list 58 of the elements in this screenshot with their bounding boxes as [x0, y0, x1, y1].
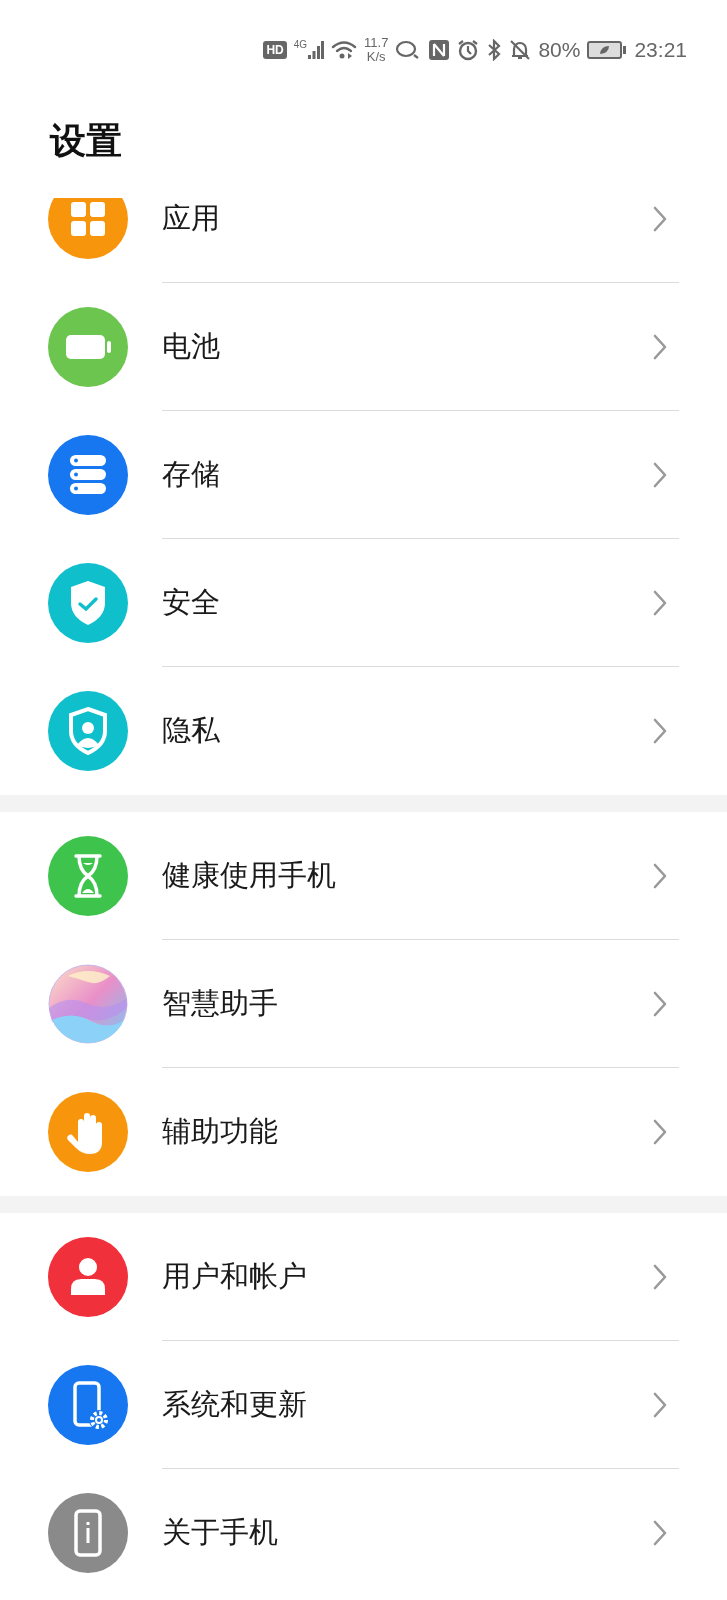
signal-icon — [308, 41, 325, 59]
settings-item[interactable]: 系统和更新 — [0, 1341, 727, 1469]
shield-person-icon — [48, 691, 128, 771]
phone-info-icon — [48, 1493, 128, 1573]
settings-item[interactable]: 辅助功能 — [0, 1068, 727, 1196]
item-label: 应用 — [162, 199, 220, 237]
hourglass-icon — [48, 836, 128, 916]
wifi-icon — [331, 40, 358, 60]
settings-item[interactable]: 电池 — [0, 283, 727, 411]
settings-item[interactable]: 智慧助手 — [0, 940, 727, 1068]
network-label: 4G — [293, 38, 308, 50]
page-title: 设置 — [50, 119, 123, 163]
settings-item[interactable]: 关于手机 — [0, 1469, 727, 1597]
speed-unit: K/s — [366, 50, 386, 64]
chevron-icon — [653, 862, 667, 889]
person-icon — [48, 1237, 128, 1317]
chevron-icon — [653, 1263, 667, 1290]
phone-gear-icon — [48, 1365, 128, 1445]
settings-item[interactable]: 隐私 — [0, 667, 727, 795]
item-label: 健康使用手机 — [162, 856, 336, 894]
chevron-icon — [653, 205, 667, 232]
item-label: 系统和更新 — [162, 1385, 307, 1423]
item-label: 隐私 — [162, 712, 220, 749]
speed-value: 11.7 — [364, 36, 389, 50]
battery-icon — [587, 40, 628, 60]
item-label: 智慧助手 — [162, 984, 278, 1022]
alarm-icon — [457, 39, 480, 61]
settings-item[interactable]: 健康使用手机 — [0, 812, 727, 940]
settings-item[interactable]: 安全 — [0, 539, 727, 667]
bluetooth-icon — [486, 39, 503, 61]
clock: 23:21 — [634, 38, 687, 62]
item-label: 电池 — [162, 327, 220, 365]
settings-item[interactable]: 用户和帐户 — [0, 1213, 727, 1341]
chevron-icon — [653, 589, 667, 616]
item-label: 辅助功能 — [162, 1113, 278, 1150]
chevron-icon — [653, 333, 667, 360]
item-label: 存储 — [162, 455, 220, 493]
apps-icon — [48, 198, 128, 259]
battery-icon — [48, 307, 128, 387]
settings-item[interactable]: 存储 — [0, 411, 727, 539]
item-label: 用户和帐户 — [162, 1257, 307, 1295]
hand-icon — [48, 1092, 128, 1172]
item-label: 安全 — [162, 583, 220, 621]
battery-percent: 80% — [538, 38, 581, 62]
chevron-icon — [653, 718, 667, 744]
shield-check-icon — [48, 563, 128, 643]
chevron-icon — [653, 1391, 667, 1418]
chevron-icon — [653, 461, 667, 488]
bell-muted-icon — [509, 39, 532, 61]
settings-item[interactable]: 应用 — [0, 198, 727, 283]
item-label: 关于手机 — [162, 1514, 278, 1551]
nfc-icon — [428, 39, 451, 61]
colorful-orb-icon — [48, 964, 128, 1044]
chevron-icon — [653, 990, 667, 1017]
chevron-icon — [653, 1520, 667, 1546]
hd-badge: HD — [263, 41, 287, 59]
storage-icon — [48, 435, 128, 515]
chevron-icon — [653, 1119, 667, 1145]
